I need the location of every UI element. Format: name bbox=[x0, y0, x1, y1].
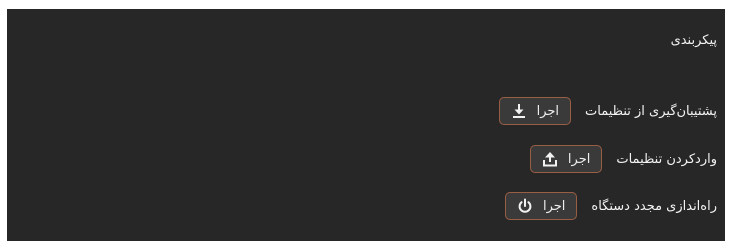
upload-icon bbox=[542, 151, 558, 167]
import-settings-label: واردکردن تنظیمات bbox=[616, 151, 717, 167]
backup-settings-button[interactable]: اجرا bbox=[498, 97, 572, 125]
import-settings-row: واردکردن تنظیمات اجرا bbox=[529, 145, 717, 173]
backup-settings-row: پشتیبان‌گیری از تنظیمات اجرا bbox=[498, 97, 717, 125]
section-title: پیکربندی bbox=[670, 33, 717, 48]
download-icon bbox=[511, 103, 527, 119]
import-settings-button-label: اجرا bbox=[567, 151, 591, 167]
power-icon bbox=[517, 198, 533, 214]
reboot-device-button[interactable]: اجرا bbox=[504, 192, 578, 220]
backup-settings-button-label: اجرا bbox=[536, 103, 560, 119]
reboot-device-label: راه‌اندازی مجدد دستگاه bbox=[591, 198, 717, 214]
reboot-device-row: راه‌اندازی مجدد دستگاه اجرا bbox=[504, 192, 717, 220]
import-settings-button[interactable]: اجرا bbox=[529, 145, 603, 173]
reboot-device-button-label: اجرا bbox=[542, 198, 566, 214]
backup-settings-label: پشتیبان‌گیری از تنظیمات bbox=[585, 103, 717, 119]
configuration-panel: پیکربندی پشتیبان‌گیری از تنظیمات اجرا وا… bbox=[7, 9, 725, 241]
